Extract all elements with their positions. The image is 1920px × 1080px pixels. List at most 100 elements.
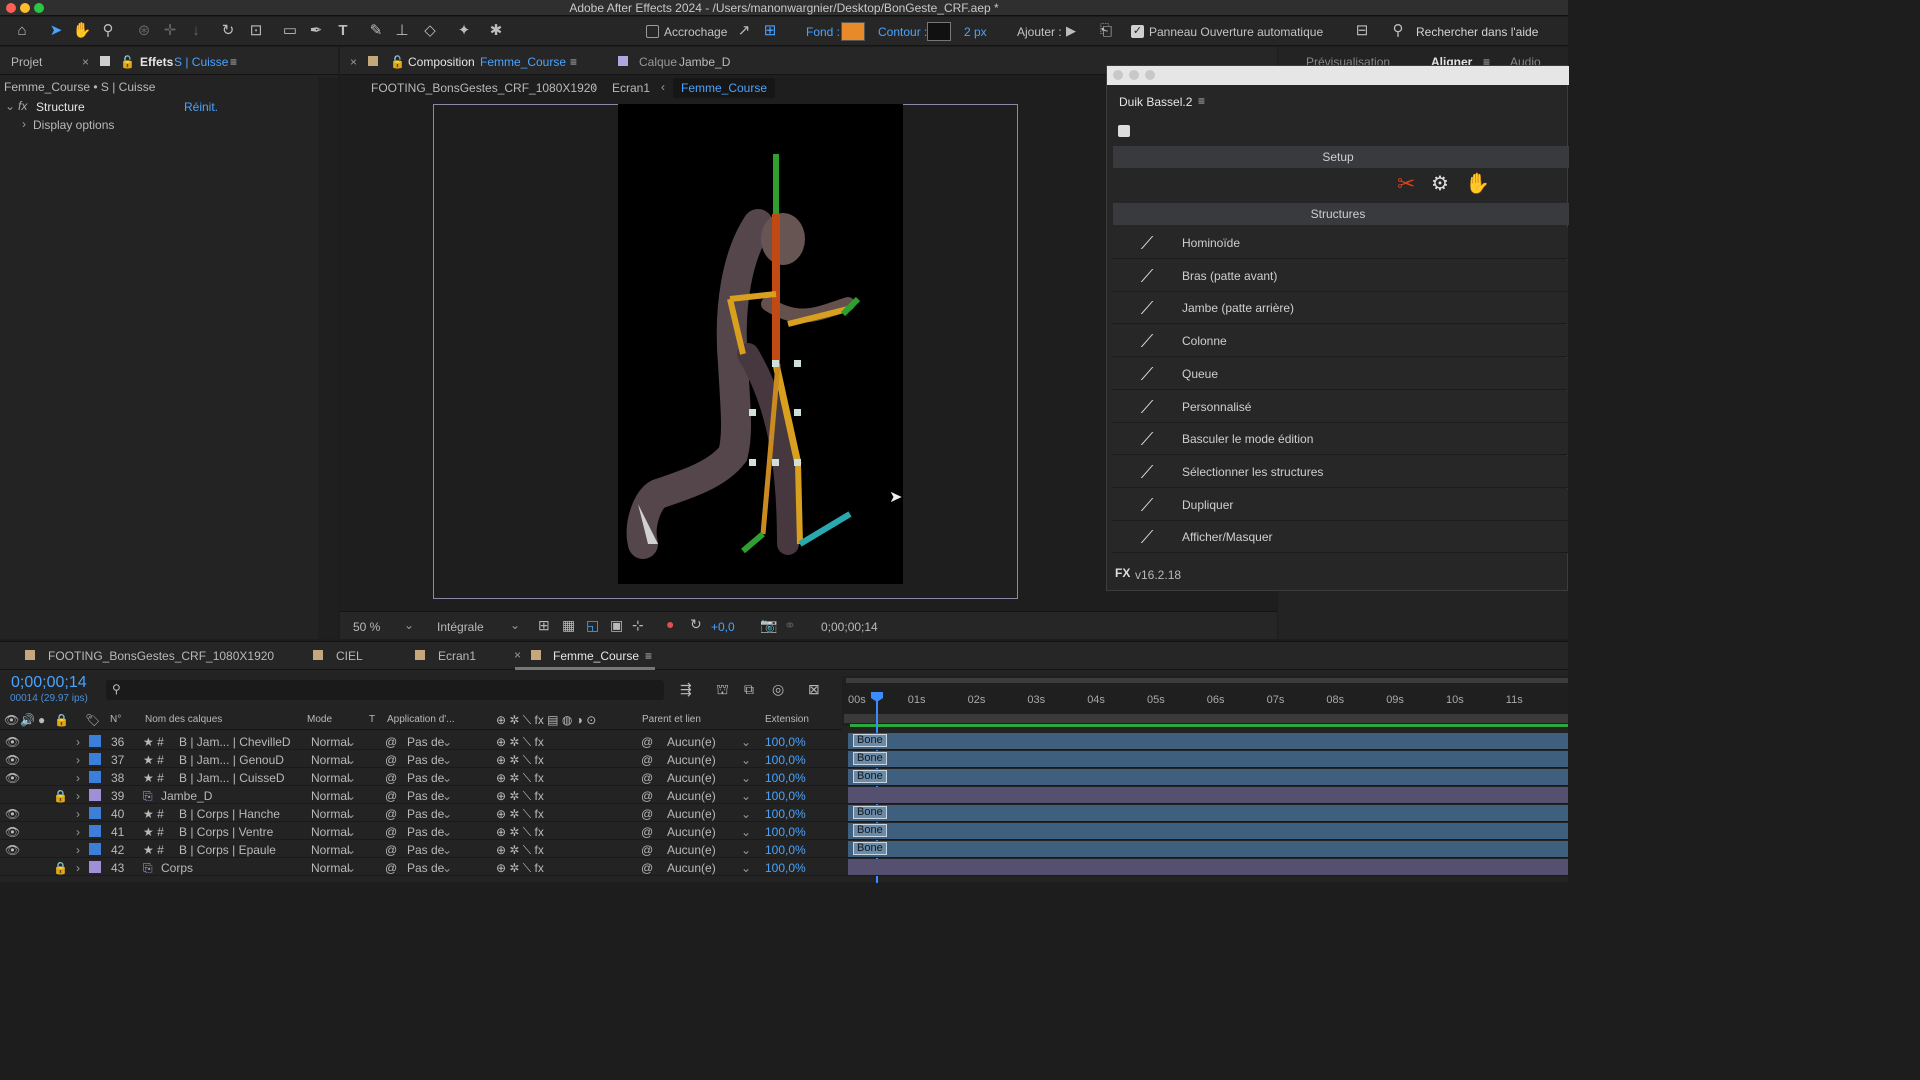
pen-tool-icon[interactable]: ✒ [306,21,326,41]
layer-lock-icon[interactable]: 🔒 [53,789,68,803]
snap-edges-icon[interactable]: ↗ [734,21,754,41]
chevron-right-icon[interactable]: › [76,753,80,767]
help-search-icon[interactable]: ⚲ [1388,21,1408,41]
layer-name[interactable]: B | Corps | Epaule [179,843,276,857]
layer-app-select[interactable]: Pas de [407,753,444,767]
chevron-right-icon[interactable]: › [76,735,80,749]
home-icon[interactable]: ⌂ [12,21,32,41]
tab-composition[interactable]: Composition [408,55,475,69]
chevron-right-icon[interactable]: › [76,825,80,839]
timeline-tab-4[interactable]: Femme_Course [553,649,639,663]
visibility-eye-icon[interactable]: 👁 [5,735,20,749]
layer-switches-icons[interactable]: ⊕ ✲ ⟍ fx [496,843,544,858]
chevron-down-icon[interactable]: ⌄ [442,771,452,785]
zoom-tool-icon[interactable]: ⚲ [98,21,118,41]
chevron-down-icon[interactable]: ⌄ [442,807,452,821]
layer-mode-select[interactable]: Normal [311,807,349,821]
chevron-right-icon[interactable]: › [76,843,80,857]
chevron-down-icon[interactable]: ⌄ [741,753,751,767]
maximize-window-button[interactable] [1145,70,1155,80]
pickwhip-icon[interactable]: @ [641,753,653,767]
duik-structure-item[interactable]: duplicate-iconDupliquer⟋ [1112,488,1568,521]
layer-app-select[interactable]: Pas de [407,843,444,857]
composition-viewer[interactable] [618,104,903,584]
visibility-eye-icon[interactable]: 👁 [5,753,20,767]
chevron-down-icon[interactable]: ⌄ [442,735,452,749]
layer-name[interactable]: B | Jam... | CuisseD [179,771,285,785]
timeline-layer-row[interactable]: 👁 › 38 ★ # B | Jam... | CuisseD Normal ⌄ @ Pas d… [0,768,1568,786]
layer-extension-value[interactable]: 100,0% [765,735,806,749]
column-name[interactable]: Nom des calques [145,714,222,725]
guides-icon[interactable]: ▣ [610,617,623,634]
layer-mode-select[interactable]: Normal [311,843,349,857]
notes-icon[interactable] [1118,125,1130,137]
layer-mode-select[interactable]: Normal [311,861,349,875]
transparency-grid-icon[interactable]: ▦ [562,617,575,634]
bone-tools-icon[interactable]: ✂ [1397,171,1415,197]
layer-switches-icons[interactable]: ⊕ ✲ ⟍ fx [496,789,544,804]
layer-parent-select[interactable]: Aucun(e) [667,825,716,839]
orbit-tool-icon[interactable]: ⊛ [134,21,154,41]
layer-mode-select[interactable]: Normal [311,771,349,785]
brush-tool-icon[interactable]: ✎ [366,21,386,41]
spiral-icon[interactable]: @ [385,753,397,767]
roto-brush-tool-icon[interactable]: ✦ [454,21,474,41]
layer-parent-select[interactable]: Aucun(e) [667,861,716,875]
chevron-down-icon[interactable]: ⌄ [741,807,751,821]
timeline-tab-1[interactable]: FOOTING_BonsGestes_CRF_1080X1920 [48,649,274,663]
nav-comp-1[interactable]: FOOTING_BonsGestes_CRF_1080X1920 [371,81,597,95]
layer-mode-select[interactable]: Normal [311,825,349,839]
viewer-timecode[interactable]: 0;00;00;14 [821,620,878,634]
exposure-value[interactable]: +0,0 [711,620,735,634]
layer-extension-value[interactable]: 100,0% [765,807,806,821]
layer-extension-value[interactable]: 100,0% [765,843,806,857]
shy-layers-icon[interactable]: ⛫ [716,681,729,700]
time-ruler[interactable]: 00s 01s 02s 03s 04s 05s 06s 07s 08s 09s 10s 11s [842,676,1568,727]
layer-parent-select[interactable]: Aucun(e) [667,789,716,803]
handle[interactable] [749,459,756,466]
chevron-down-icon[interactable]: ⌄ [346,861,356,875]
layer-duration-bar[interactable] [848,787,1568,803]
chevron-right-icon[interactable]: › [22,117,26,131]
chevron-down-icon[interactable]: ⌄ [442,861,452,875]
comp-flowchart-icon[interactable]: ⇶ [680,681,692,698]
layer-switches-icons[interactable]: ⊕ ✲ ⟍ fx [496,825,544,840]
layer-app-select[interactable]: Pas de [407,789,444,803]
chevron-down-icon[interactable]: ⌄ [741,771,751,785]
chevron-down-icon[interactable]: ⌄ [442,843,452,857]
layer-switches-icons[interactable]: ⊕ ✲ ⟍ fx [496,771,544,786]
workspaces-menu-icon[interactable]: ⊟ [1352,21,1372,41]
minimize-window-button[interactable] [1129,70,1139,80]
text-tool-icon[interactable]: T [333,21,353,41]
reset-exposure-icon[interactable]: ↻ [690,616,702,633]
panel-menu-icon[interactable]: ≡ [570,55,577,69]
grid-options-icon[interactable]: ⊹ [632,617,644,634]
lock-icon[interactable]: 🔓 [120,55,135,69]
snap-checkbox[interactable] [646,25,659,38]
panel-menu-icon[interactable]: ≡ [645,649,652,663]
layer-name[interactable]: B | Corps | Ventre [179,825,273,839]
stroke-color-swatch[interactable] [927,22,951,41]
chevron-right-icon[interactable]: › [76,807,80,821]
handle[interactable] [772,459,779,466]
spiral-icon[interactable]: @ [385,735,397,749]
puppet-tool-icon[interactable]: ✱ [486,21,506,41]
layer-label-color[interactable] [89,753,101,765]
show-snapshot-icon[interactable]: ⚭ [784,617,796,634]
layer-name[interactable]: Corps [161,861,193,875]
duik-structure-item[interactable]: tail-iconQueue⟋ [1112,357,1568,390]
fx-structure-row[interactable]: ⌄ fx Structure Réinit. [4,98,318,116]
spiral-icon[interactable]: @ [385,807,397,821]
hand-tool-icon[interactable]: ✋ [72,21,92,41]
layer-app-select[interactable]: Pas de [407,861,444,875]
chevron-down-icon[interactable]: ⌄ [442,825,452,839]
layer-label-color[interactable] [89,807,101,819]
layer-switches-icons[interactable]: ⊕ ✲ ⟍ fx [496,735,544,750]
motion-blur-icon[interactable]: ◎ [772,681,784,698]
snapshot-icon[interactable]: 📷 [760,617,777,634]
chevron-right-icon[interactable]: › [76,789,80,803]
layer-parent-select[interactable]: Aucun(e) [667,771,716,785]
handle[interactable] [794,409,801,416]
spiral-icon[interactable]: @ [385,861,397,875]
handle[interactable] [794,459,801,466]
